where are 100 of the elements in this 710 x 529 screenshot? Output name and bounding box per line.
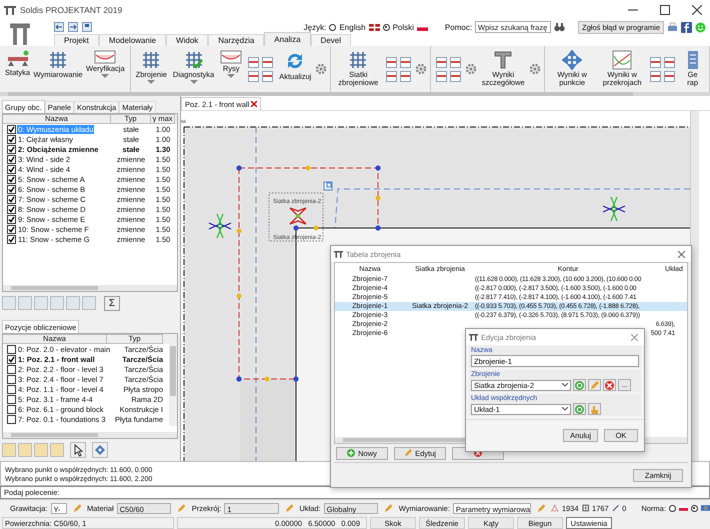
checkbox[interactable]	[7, 194, 16, 204]
t-beam-icon	[493, 50, 514, 70]
node-point	[375, 165, 381, 171]
social-icon[interactable]	[681, 22, 692, 32]
checkbox[interactable]	[7, 144, 16, 154]
save-icon[interactable]	[82, 22, 92, 32]
redo-icon[interactable]	[68, 22, 78, 32]
add-button[interactable]	[573, 379, 586, 391]
grid-icon	[348, 50, 368, 70]
scrollbar-thumb[interactable]	[8, 92, 633, 96]
checkbox[interactable]	[7, 154, 16, 164]
line-icon	[612, 504, 620, 512]
panel-icon[interactable]	[262, 56, 274, 68]
panel-icon[interactable]	[386, 70, 398, 82]
frame-icon[interactable]	[324, 182, 332, 190]
flag-icon	[368, 24, 380, 30]
scrollbar-thumb[interactable]	[11, 433, 98, 437]
checkbox[interactable]	[7, 214, 16, 224]
app-logo-icon	[334, 250, 343, 258]
language-label: Język:	[304, 22, 326, 32]
checkbox[interactable]	[7, 134, 16, 144]
midpoint	[376, 196, 380, 200]
midpoint	[306, 166, 310, 170]
maximize-icon[interactable]	[660, 5, 670, 15]
gear-icon[interactable]	[415, 63, 428, 75]
checkbox[interactable]	[7, 204, 16, 214]
checkbox[interactable]	[7, 384, 16, 394]
node-point	[293, 376, 299, 382]
language-radio[interactable]	[382, 24, 390, 30]
bars-icon	[686, 50, 699, 70]
cursor-icon[interactable]	[70, 442, 86, 458]
checkbox[interactable]	[7, 164, 16, 174]
checkbox[interactable]	[7, 124, 16, 134]
node-point	[236, 376, 242, 382]
gear-icon[interactable]	[465, 63, 478, 75]
checkbox[interactable]	[7, 364, 16, 374]
panel-icon[interactable]	[262, 70, 274, 82]
checkbox[interactable]	[7, 414, 16, 424]
panel-icon[interactable]	[400, 56, 412, 68]
checkbox[interactable]	[7, 404, 16, 414]
flag-icon	[416, 24, 428, 30]
checkbox[interactable]	[7, 174, 16, 184]
flag-icon	[678, 505, 688, 511]
undo-icon[interactable]	[54, 22, 64, 32]
norm-radio[interactable]	[690, 504, 698, 512]
panel-icon[interactable]	[664, 56, 676, 68]
sum-button[interactable]: Σ	[104, 296, 120, 310]
scrollbar-thumb[interactable]	[11, 286, 98, 290]
close-icon[interactable]	[251, 101, 258, 107]
node-point	[375, 225, 381, 231]
grid-icon	[48, 50, 68, 70]
app-logo-icon[interactable]	[10, 22, 30, 45]
ribbon-tab[interactable]: Projekt	[54, 34, 99, 46]
delete-button[interactable]	[603, 379, 616, 391]
language-option[interactable]: Polski	[392, 22, 414, 32]
checkbox[interactable]	[7, 344, 16, 354]
norm-radio[interactable]	[668, 504, 676, 512]
printer-icon[interactable]	[667, 22, 678, 32]
checkbox[interactable]	[7, 394, 16, 404]
flag-icon	[700, 505, 710, 511]
close-icon[interactable]	[678, 250, 685, 258]
beam-diagram-icon	[94, 50, 116, 64]
panel-icon[interactable]	[400, 70, 412, 82]
panel-icon[interactable]	[436, 56, 448, 68]
beam-icon	[6, 50, 28, 68]
pencil-icon	[404, 449, 412, 457]
checkbox[interactable]	[7, 234, 16, 244]
window-title: Soldis PROJEKTANT 2019	[20, 5, 122, 15]
support-symbol-icon	[208, 213, 232, 239]
ribbon-tab[interactable]: Modelowanie	[98, 34, 166, 46]
checkbox[interactable]	[7, 224, 16, 234]
panel-icon[interactable]	[386, 56, 398, 68]
language-radio[interactable]	[329, 24, 336, 30]
ribbon-tab[interactable]: Devel	[310, 34, 351, 46]
add-button[interactable]	[573, 403, 586, 415]
panel-icon[interactable]	[450, 56, 462, 68]
binoculars-icon[interactable]	[554, 22, 566, 32]
close-icon[interactable]	[692, 5, 702, 15]
gear-icon[interactable]	[529, 63, 542, 75]
node-point	[236, 165, 242, 171]
checkbox[interactable]	[7, 374, 16, 384]
language-option[interactable]: English	[339, 22, 366, 32]
ribbon-tab[interactable]: Widok	[166, 34, 208, 46]
checkbox[interactable]	[7, 354, 16, 364]
diamond-icon[interactable]	[92, 442, 108, 458]
panel-icon[interactable]	[664, 70, 676, 82]
panel-icon[interactable]	[436, 70, 448, 82]
grid-check-icon	[184, 50, 204, 70]
ribbon-tab[interactable]: Analiza	[264, 32, 311, 46]
scrollbar-thumb[interactable]	[170, 346, 176, 396]
panel-icon[interactable]	[650, 70, 662, 82]
panel-icon[interactable]	[248, 56, 260, 68]
mesh-marker-icon	[289, 207, 307, 225]
ribbon-tab[interactable]: Narzędzia	[208, 34, 264, 46]
gear-icon[interactable]	[315, 63, 328, 75]
app-logo-icon	[4, 5, 16, 15]
panel-icon[interactable]	[650, 56, 662, 68]
panel-icon[interactable]	[248, 70, 260, 82]
panel-icon[interactable]	[450, 70, 462, 82]
checkbox[interactable]	[7, 184, 16, 194]
